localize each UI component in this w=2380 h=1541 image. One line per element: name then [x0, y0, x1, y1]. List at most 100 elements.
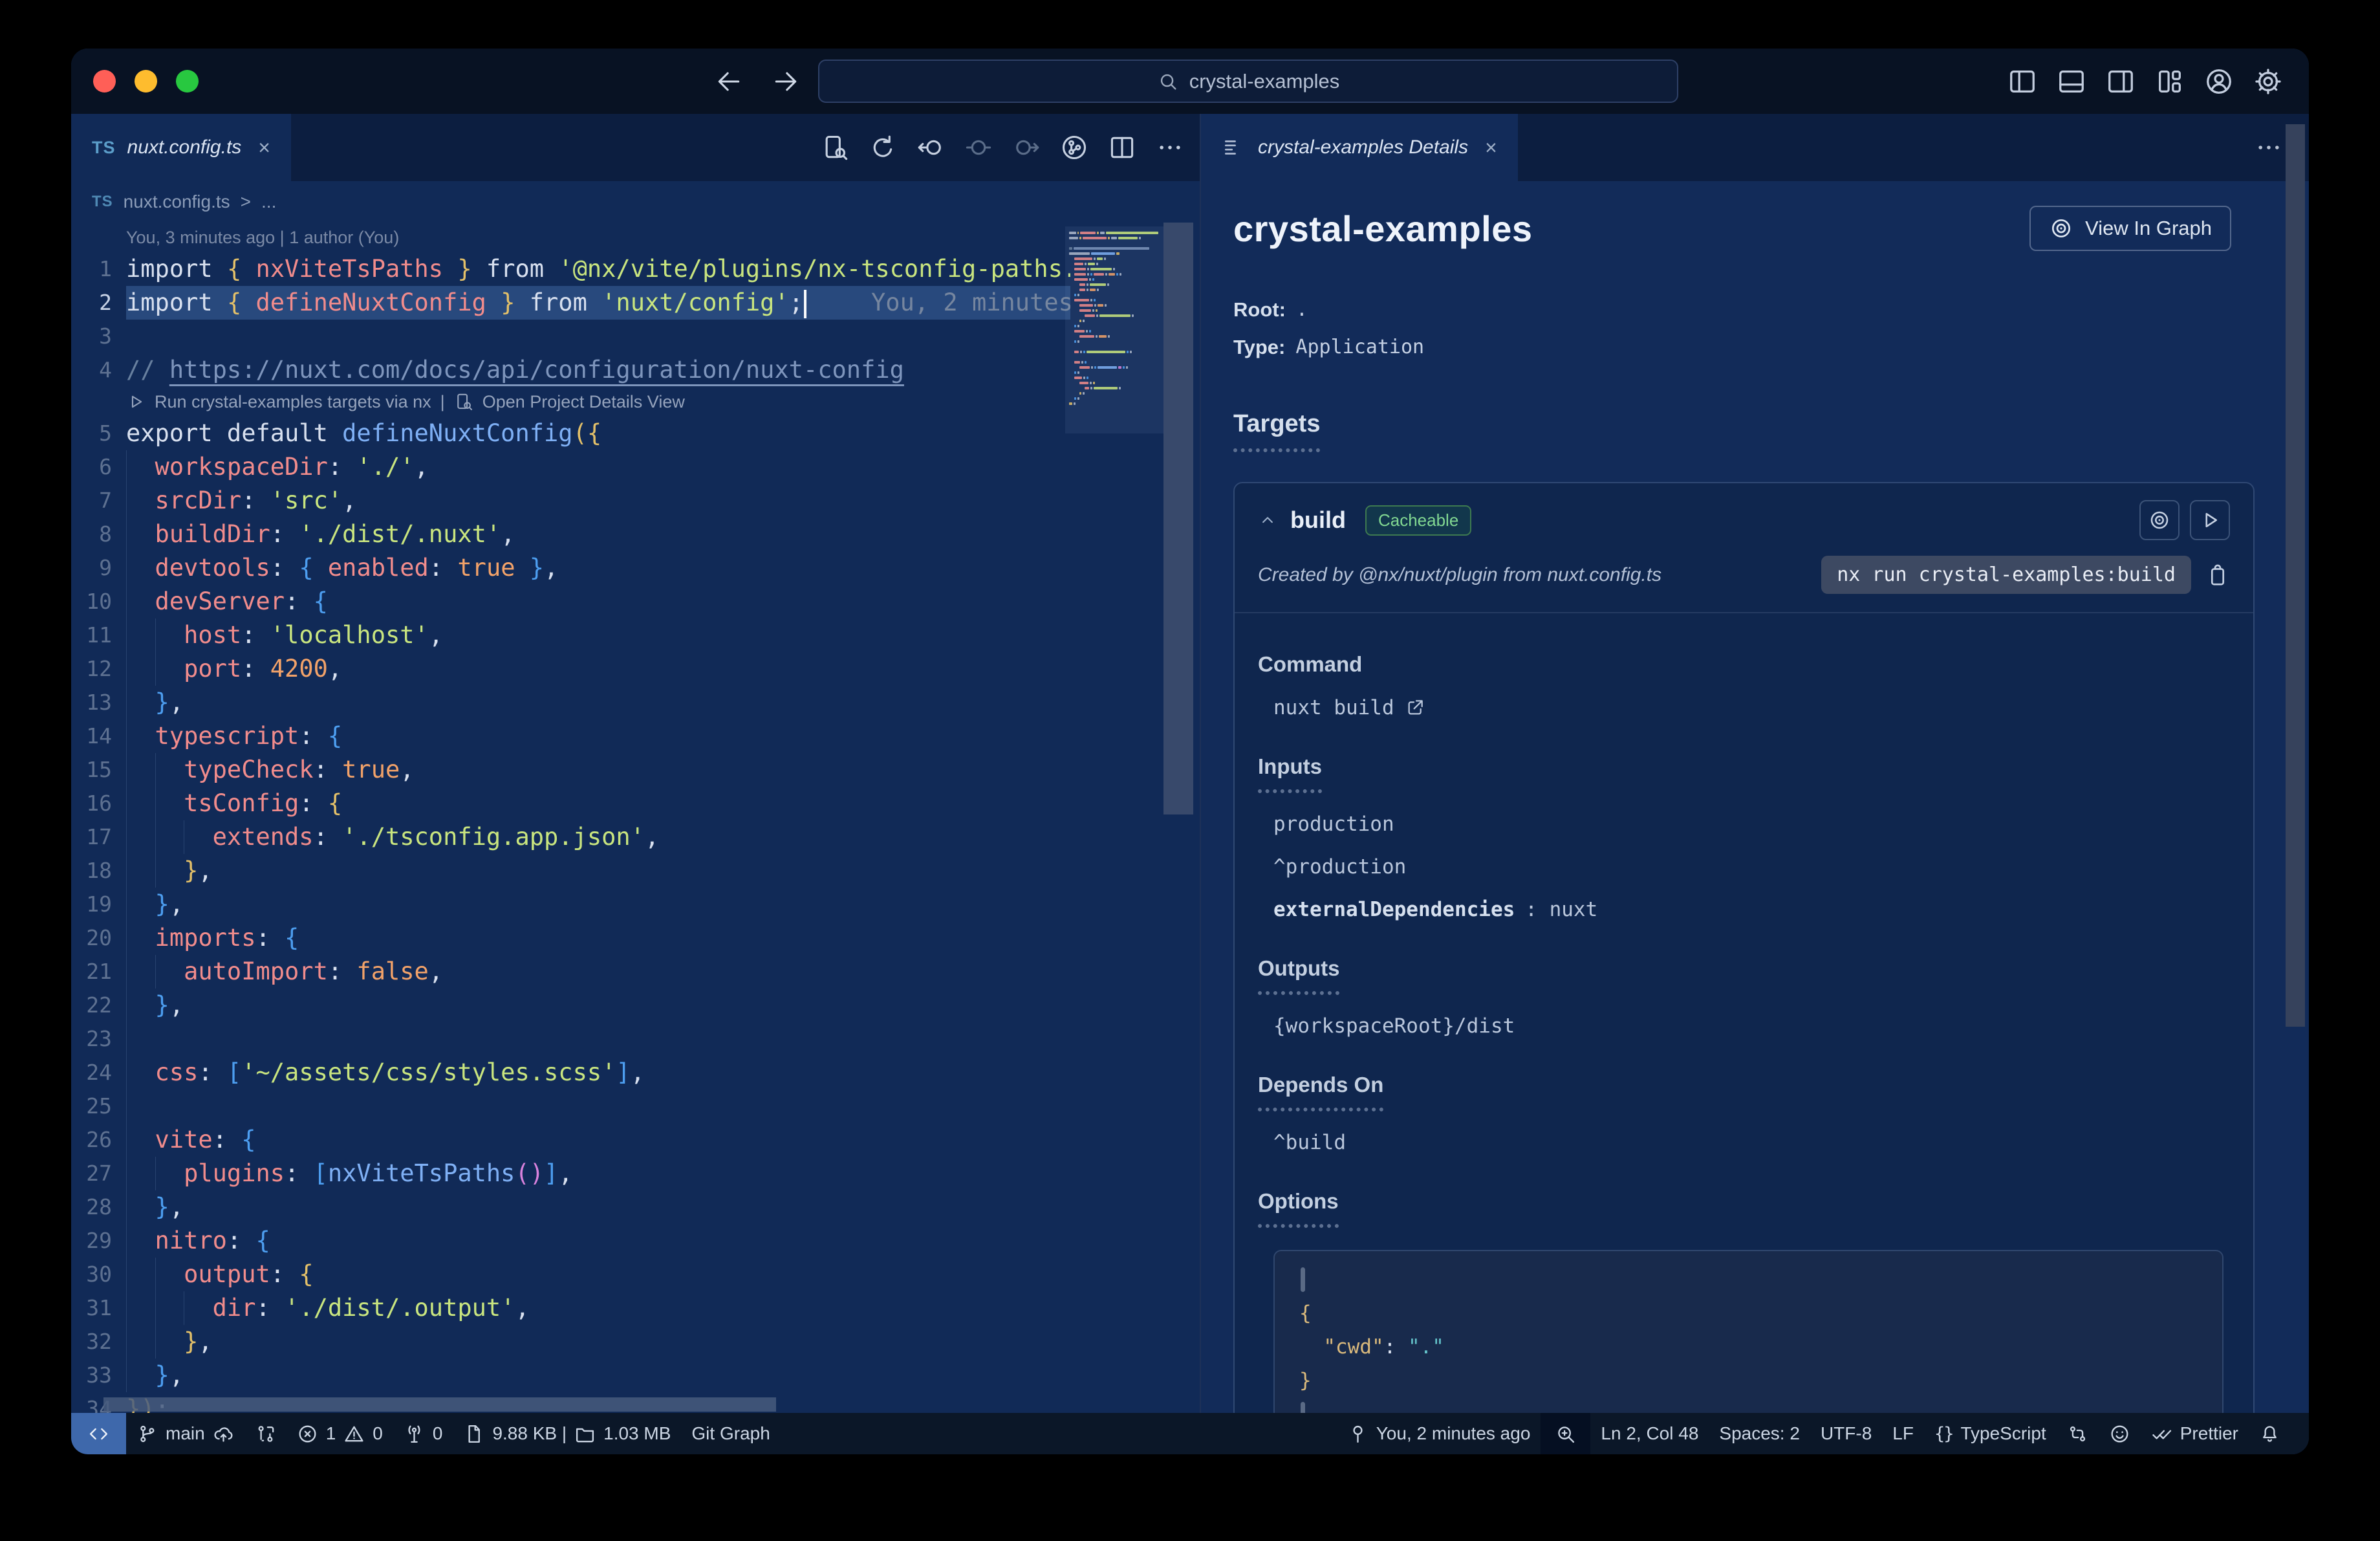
code-line: 2 import { defineNuxtConfig } from 'nuxt/… — [71, 286, 1070, 320]
collapse-target-icon[interactable] — [1258, 510, 1277, 530]
remote-indicator[interactable] — [71, 1413, 126, 1454]
horizontal-scrollbar[interactable] — [103, 1397, 776, 1412]
section-heading-options[interactable]: Options — [1258, 1189, 2230, 1228]
code-line: 19}, — [71, 888, 1070, 921]
codelens[interactable]: Run crystal-examples targets via nx | Op… — [71, 387, 1070, 417]
command-center-search[interactable]: crystal-examples — [818, 60, 1678, 103]
typescript-file-icon: TS — [92, 137, 116, 157]
project-title: crystal-examples — [1233, 208, 1533, 249]
minimize-window-button[interactable] — [135, 70, 157, 93]
code-editor[interactable]: You, 3 minutes ago | 1 author (You) 1 imp… — [71, 223, 1200, 1413]
code-line: 7 srcDir: 'src', — [71, 484, 1070, 518]
prettier[interactable]: Prettier — [2141, 1413, 2249, 1454]
code-line: 17 extends: './tsconfig.app.json', — [71, 820, 1070, 854]
zoom-in-icon — [1555, 1423, 1576, 1445]
minimap[interactable] — [1065, 226, 1163, 433]
split-editor-icon[interactable] — [1108, 133, 1136, 162]
language-mode[interactable]: {} TypeScript — [1924, 1413, 2057, 1454]
tab-project-details[interactable]: crystal-examples Details × — [1201, 114, 1518, 181]
feedback[interactable] — [2099, 1413, 2141, 1454]
breadcrumb-more[interactable]: ... — [261, 191, 276, 212]
zoom-window-button[interactable] — [176, 70, 199, 93]
branch-main[interactable]: main — [126, 1413, 244, 1454]
blame-info[interactable]: You, 2 minutes ago — [1337, 1413, 1541, 1454]
project-details-icon — [1222, 135, 1246, 160]
git-compare-icon — [2067, 1423, 2088, 1445]
code-line: 1 import { nxViteTsPaths } from '@nx/vite… — [99, 255, 1070, 283]
code-line: 10 devServer: { — [71, 585, 1070, 618]
close-panel-tab-icon[interactable]: × — [1480, 136, 1497, 160]
sidebar-right-icon[interactable] — [2106, 67, 2136, 96]
root-field: Root: . — [1233, 298, 1308, 321]
run-target-button[interactable] — [2190, 500, 2230, 540]
file-icon — [463, 1423, 484, 1445]
ports[interactable]: 0 — [393, 1413, 453, 1454]
code-line: 8 buildDir: './dist/.nuxt', — [71, 518, 1070, 551]
open-changes-icon[interactable] — [821, 133, 849, 162]
panel-more-actions-icon[interactable] — [2255, 133, 2283, 162]
code-line: 18}, — [71, 854, 1070, 888]
eol[interactable]: LF — [1882, 1413, 1924, 1454]
section-value: ^build — [1273, 1131, 1346, 1154]
more-actions-icon[interactable] — [1156, 133, 1184, 162]
back-arrow-icon[interactable] — [715, 67, 743, 96]
encoding[interactable]: UTF-8 — [1810, 1413, 1882, 1454]
code-line: 12 port: 4200, — [71, 652, 1070, 686]
close-window-button[interactable] — [93, 70, 116, 93]
code-line: 23 — [71, 1022, 1070, 1056]
tab-nuxt-config[interactable]: TS nuxt.config.ts × — [71, 114, 291, 181]
layout-customize-icon[interactable] — [2155, 67, 2185, 96]
panel-scrollbar[interactable] — [2286, 124, 2305, 1027]
section-heading-inputs[interactable]: Inputs — [1258, 754, 2230, 793]
options-code-block[interactable]: { "cwd": "."} — [1273, 1250, 2223, 1413]
targets-heading[interactable]: Targets — [1233, 410, 1321, 452]
copy-command-icon[interactable] — [2205, 563, 2230, 587]
indentation[interactable]: Spaces: 2 — [1709, 1413, 1810, 1454]
code-line: 33}, — [71, 1359, 1070, 1392]
section-value: {workspaceRoot}/dist — [1273, 1014, 1515, 1038]
section-heading-outputs[interactable]: Outputs — [1258, 956, 2230, 995]
run-command-chip[interactable]: nx run crystal-examples:build — [1821, 556, 2191, 594]
target-name[interactable]: build — [1290, 507, 1346, 534]
folder-icon — [574, 1423, 596, 1445]
breadcrumb-separator: > — [240, 191, 252, 212]
view-in-graph-button[interactable]: View In Graph — [2029, 206, 2231, 251]
forward-arrow-icon[interactable] — [772, 67, 800, 96]
notifications[interactable] — [2249, 1413, 2291, 1454]
breadcrumb[interactable]: TS nuxt.config.ts > ... — [71, 181, 1200, 223]
compare-changes-icon — [255, 1423, 276, 1445]
text-cursor — [804, 289, 807, 318]
account-icon[interactable] — [2204, 67, 2234, 96]
cursor-position[interactable]: Ln 2, Col 48 — [1590, 1413, 1709, 1454]
view-target-button[interactable] — [2139, 500, 2180, 540]
current-change-icon[interactable] — [964, 133, 993, 162]
git-graph[interactable]: Git Graph — [681, 1413, 780, 1454]
panel-bottom-icon[interactable] — [2057, 67, 2086, 96]
project-details-view: crystal-examples View In Graph Root: . T… — [1201, 181, 2309, 1413]
double-check-icon — [2151, 1423, 2172, 1445]
refresh-icon[interactable] — [869, 133, 897, 162]
settings-gear-icon[interactable] — [2253, 67, 2283, 96]
code-line: 14 typescript: { — [71, 719, 1070, 753]
code-line: 29 nitro: { — [71, 1224, 1070, 1258]
section-value: externalDependencies: nuxt — [1273, 898, 1598, 921]
close-tab-icon[interactable]: × — [253, 136, 270, 160]
sidebar-left-icon[interactable] — [2007, 67, 2037, 96]
sync-changes[interactable] — [244, 1413, 287, 1454]
panel-tab-label: crystal-examples Details — [1258, 137, 1469, 158]
file-size[interactable]: 9.88 KB | 1.03 MB — [453, 1413, 681, 1454]
graph-target-icon — [2049, 216, 2073, 241]
vertical-scrollbar[interactable] — [1163, 223, 1193, 814]
breadcrumb-file[interactable]: nuxt.config.ts — [124, 191, 230, 212]
git-compare[interactable] — [2057, 1413, 2099, 1454]
problems[interactable]: 10 — [287, 1413, 393, 1454]
blame-pin-icon — [1347, 1423, 1368, 1445]
git-graph-circle-icon[interactable] — [1060, 133, 1088, 162]
open-details-lens-icon — [454, 392, 473, 411]
previous-change-icon[interactable] — [916, 133, 945, 162]
next-change-icon[interactable] — [1012, 133, 1041, 162]
section-value: nuxt build — [1258, 696, 2230, 719]
zoom-indicator[interactable] — [1541, 1413, 1591, 1454]
code-line: 32}, — [71, 1325, 1070, 1359]
section-heading-depends-on[interactable]: Depends On — [1258, 1073, 2230, 1111]
